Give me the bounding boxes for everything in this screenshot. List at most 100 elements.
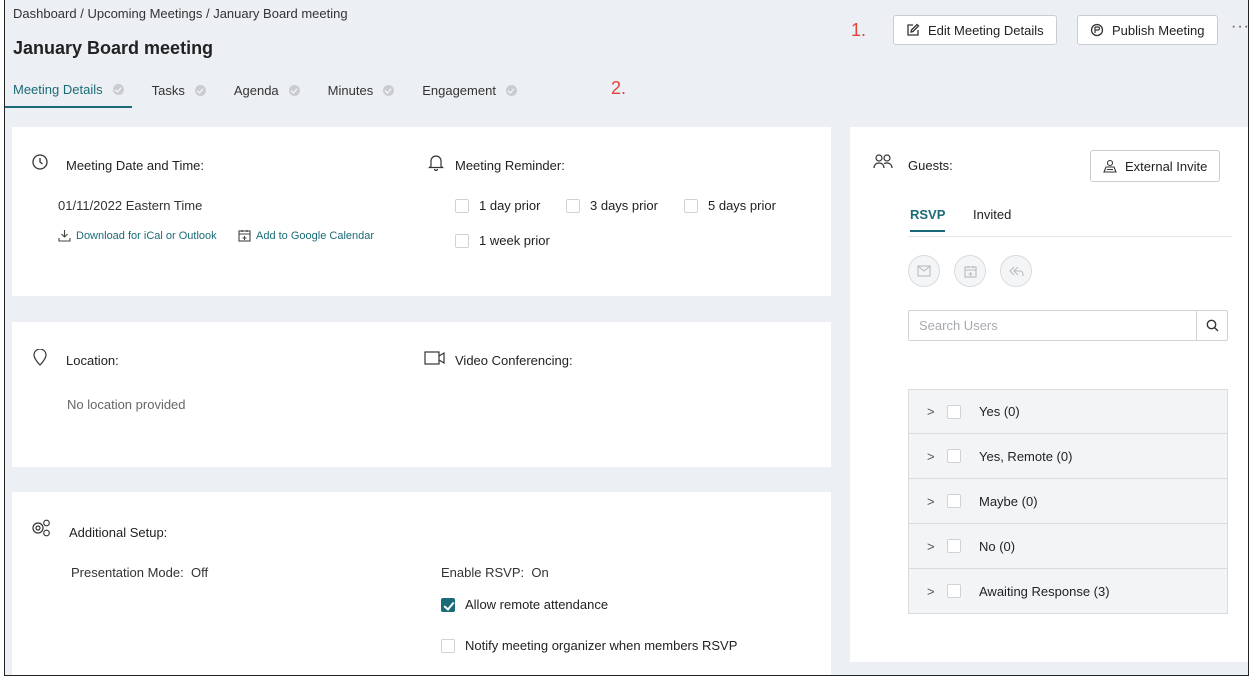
download-ical-link[interactable]: Download for iCal or Outlook	[58, 229, 217, 242]
envelope-icon	[917, 265, 931, 277]
edit-icon	[907, 23, 920, 36]
allow-remote-attendance-checkbox[interactable]: Allow remote attendance	[441, 597, 608, 612]
group-label: Maybe (0)	[979, 493, 1038, 509]
checkbox-box	[455, 198, 469, 213]
rsvp-group-yes-remote[interactable]: > Yes, Remote (0)	[908, 434, 1228, 479]
chevron-right-icon: >	[927, 404, 935, 419]
breadcrumb-dashboard[interactable]: Dashboard	[13, 6, 77, 21]
page-title: January Board meeting	[13, 38, 214, 58]
video-camera-icon	[424, 351, 445, 365]
reminder-label: 1 day prior	[479, 198, 541, 213]
annotation-marker-1: 1.	[851, 20, 867, 40]
tab-meeting-details[interactable]: Meeting Details	[5, 72, 132, 108]
breadcrumb-upcoming-meetings[interactable]: Upcoming Meetings	[87, 6, 202, 21]
add-google-calendar-label: Add to Google Calendar	[256, 229, 375, 242]
tab-label: Engagement	[422, 82, 496, 98]
location-pin-icon	[33, 349, 47, 366]
tab-label: Minutes	[327, 82, 374, 98]
video-conferencing-label: Video Conferencing:	[455, 353, 573, 368]
reminder-label: 3 days prior	[590, 198, 658, 213]
check-circle-icon	[288, 84, 300, 96]
group-label: No (0)	[979, 538, 1016, 554]
location-card: Location: No location provided Video Con…	[12, 322, 831, 467]
external-invite-button[interactable]: External Invite	[1090, 150, 1221, 182]
rsvp-group-yes[interactable]: > Yes (0)	[908, 389, 1228, 434]
rsvp-group-awaiting[interactable]: > Awaiting Response (3)	[908, 569, 1228, 614]
tab-label: Agenda	[233, 82, 279, 98]
search-button[interactable]	[1196, 311, 1227, 340]
reminder-label: 1 week prior	[479, 233, 550, 248]
reminder-1-day-checkbox[interactable]: 1 day prior	[455, 198, 540, 213]
tab-engagement[interactable]: Engagement	[414, 72, 525, 108]
breadcrumb-separator: /	[76, 6, 88, 21]
chevron-right-icon: >	[927, 448, 935, 464]
additional-setup-label: Additional Setup:	[69, 525, 168, 540]
enable-rsvp-value: Enable RSVP: On	[441, 565, 549, 580]
checkbox-box	[566, 198, 580, 213]
reminder-1-week-checkbox[interactable]: 1 week prior	[455, 233, 550, 248]
checkbox-box	[441, 597, 455, 612]
breadcrumb-separator: /	[202, 6, 214, 21]
chevron-right-icon: >	[927, 538, 935, 554]
tab-tasks[interactable]: Tasks	[144, 72, 214, 108]
meeting-date-value: 01/11/2022 Eastern Time	[58, 198, 203, 213]
search-users-field	[908, 310, 1228, 341]
check-circle-icon	[505, 84, 517, 96]
edit-meeting-details-label: Edit Meeting Details	[928, 22, 1044, 38]
meeting-reminder-label: Meeting Reminder:	[455, 158, 565, 173]
group-checkbox[interactable]	[947, 404, 961, 419]
checkbox-box	[684, 198, 698, 213]
breadcrumb-current: January Board meeting	[213, 6, 348, 21]
email-action-button[interactable]	[908, 255, 940, 287]
download-icon	[58, 230, 71, 242]
tab-agenda[interactable]: Agenda	[226, 72, 308, 108]
tab-minutes[interactable]: Minutes	[320, 72, 403, 108]
external-invite-label: External Invite	[1125, 158, 1208, 174]
tab-rsvp[interactable]: RSVP	[910, 207, 946, 232]
chevron-right-icon: >	[927, 583, 935, 599]
reply-all-icon	[1008, 266, 1024, 276]
allow-remote-label: Allow remote attendance	[465, 597, 609, 612]
add-google-calendar-link[interactable]: Add to Google Calendar	[238, 229, 374, 242]
rsvp-group-maybe[interactable]: > Maybe (0)	[908, 479, 1228, 524]
tab-invited[interactable]: Invited	[973, 207, 1011, 230]
group-checkbox[interactable]	[947, 449, 961, 463]
calendar-action-button[interactable]	[954, 255, 986, 287]
group-checkbox[interactable]	[947, 494, 961, 508]
reply-all-action-button[interactable]	[1000, 255, 1032, 287]
tab-label: Tasks	[151, 82, 185, 98]
location-value: No location provided	[67, 397, 186, 412]
edit-meeting-details-button[interactable]: Edit Meeting Details	[893, 15, 1057, 45]
meeting-tabs: Meeting Details Tasks Agenda Minutes Eng…	[5, 72, 537, 112]
presentation-mode-value: Presentation Mode: Off	[71, 565, 209, 580]
chevron-right-icon: >	[927, 493, 935, 509]
rsvp-group-no[interactable]: > No (0)	[908, 524, 1228, 569]
clock-icon	[32, 154, 48, 170]
tab-label: Meeting Details	[13, 81, 103, 97]
more-options-icon[interactable]: ···	[1231, 18, 1248, 36]
group-label: Awaiting Response (3)	[979, 583, 1110, 599]
search-users-input[interactable]	[909, 311, 1194, 340]
publish-meeting-button[interactable]: Publish Meeting	[1077, 15, 1218, 45]
publish-icon	[1090, 23, 1104, 37]
group-label: Yes (0)	[979, 404, 1020, 419]
check-circle-icon	[194, 84, 206, 96]
notify-organizer-checkbox[interactable]: Notify meeting organizer when members RS…	[441, 638, 737, 653]
reminder-label: 5 days prior	[708, 198, 776, 213]
users-icon	[873, 154, 893, 169]
app-frame: Dashboard / Upcoming Meetings / January …	[4, 0, 1249, 676]
reminder-3-days-checkbox[interactable]: 3 days prior	[566, 198, 658, 213]
external-invite-icon	[1103, 159, 1117, 173]
group-checkbox[interactable]	[947, 539, 961, 553]
location-label: Location:	[66, 353, 119, 368]
guests-label: Guests:	[908, 158, 953, 173]
group-checkbox[interactable]	[947, 584, 961, 598]
calendar-icon	[963, 265, 977, 278]
date-time-card: Meeting Date and Time: 01/11/2022 Easter…	[12, 127, 831, 296]
reminder-5-days-checkbox[interactable]: 5 days prior	[684, 198, 776, 213]
breadcrumb: Dashboard / Upcoming Meetings / January …	[13, 6, 348, 21]
rsvp-tabs: RSVP Invited	[908, 207, 1232, 237]
search-icon	[1206, 319, 1218, 332]
check-circle-icon	[383, 84, 395, 96]
check-circle-icon	[112, 83, 124, 95]
